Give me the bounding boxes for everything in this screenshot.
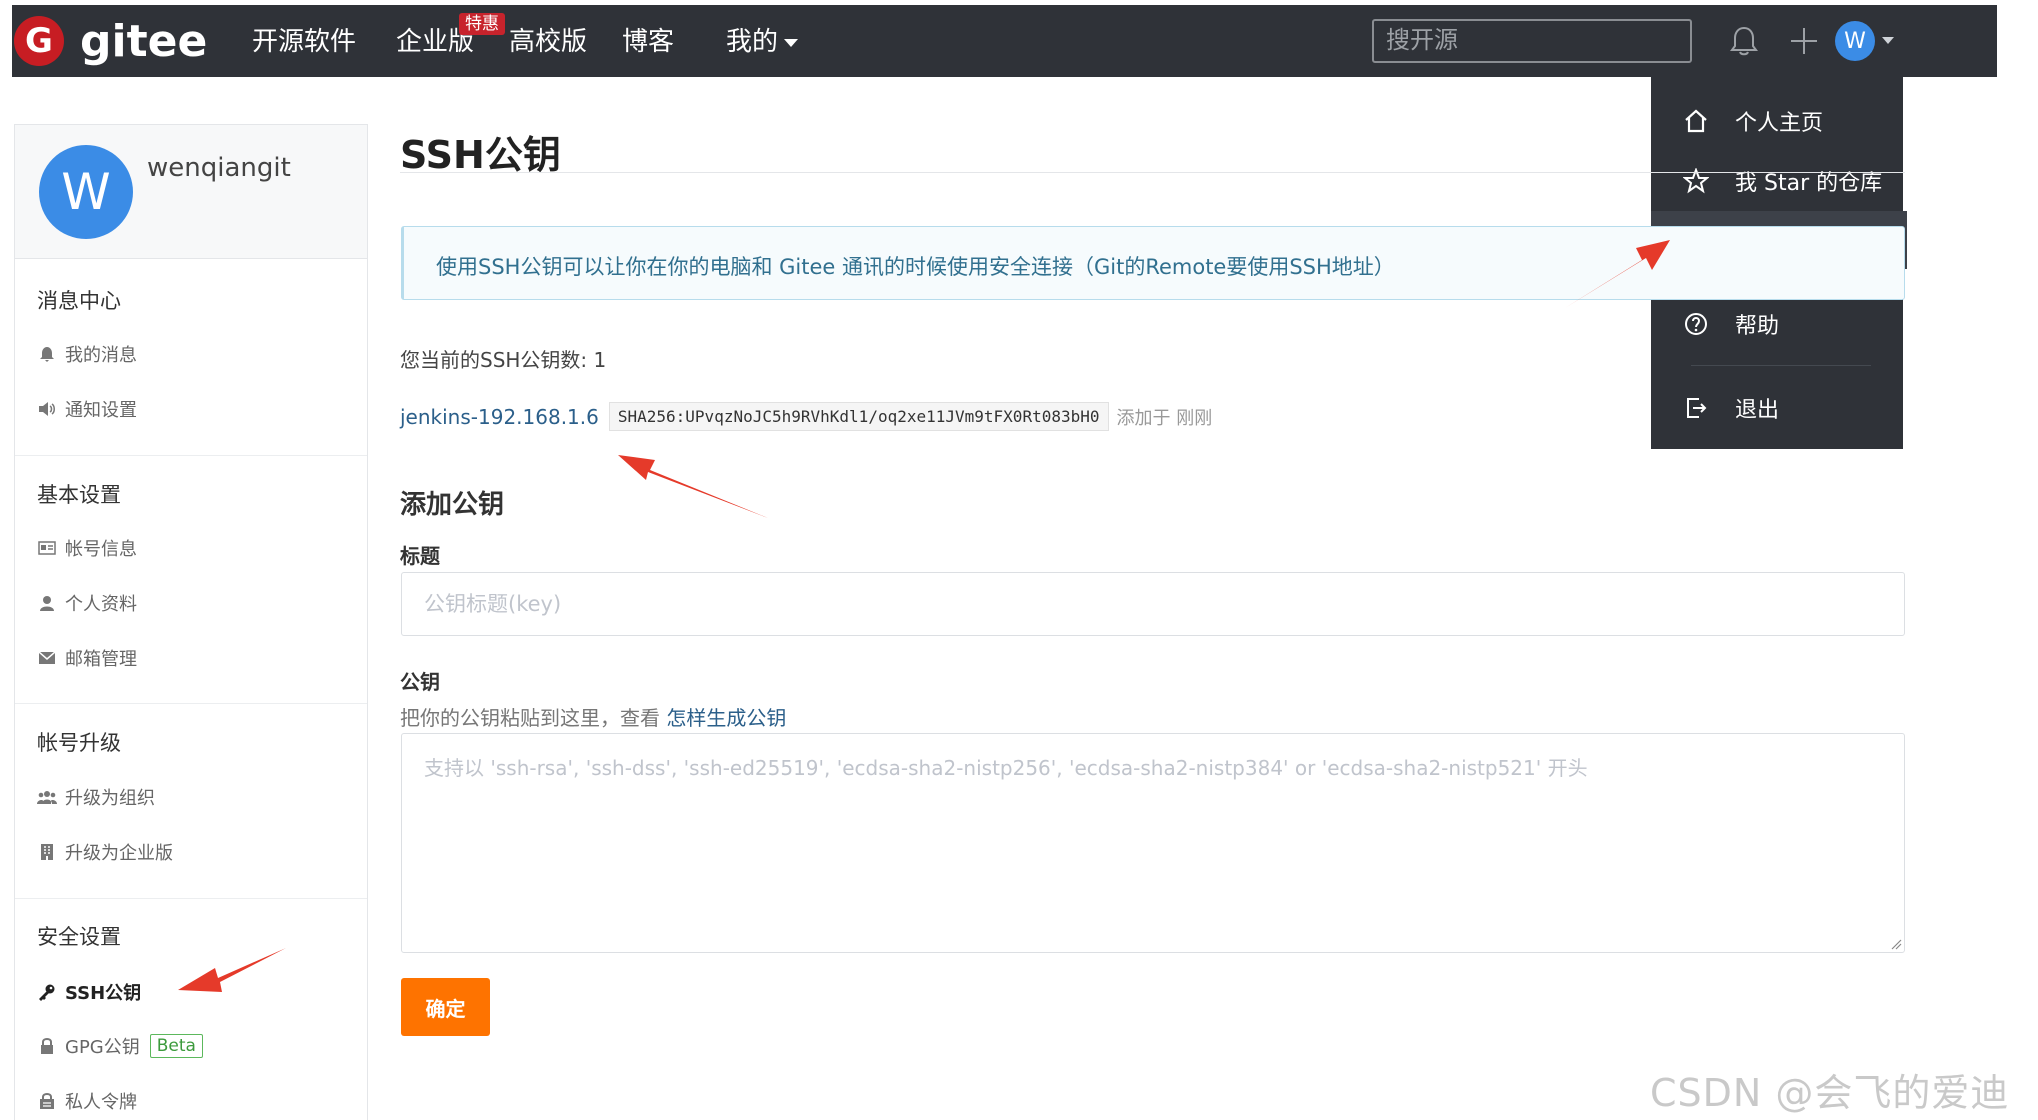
section-account-upgrade: 帐号升级: [37, 731, 121, 755]
chevron-down-icon: [784, 38, 799, 47]
username[interactable]: wenqiangit: [147, 153, 291, 183]
key-field-label: 公钥: [400, 670, 440, 694]
sidebar-divider: [15, 898, 367, 899]
plus-icon[interactable]: [1784, 21, 1824, 61]
id-card-icon: [37, 538, 57, 558]
profile-card: W wenqiangit: [15, 125, 367, 259]
section-basic-settings: 基本设置: [37, 483, 121, 507]
sidebar-item-notification-settings[interactable]: 通知设置: [37, 396, 137, 422]
sidebar-item-upgrade-org[interactable]: 升级为组织: [37, 784, 155, 810]
how-to-generate-key-link[interactable]: 怎样生成公钥: [666, 706, 786, 730]
menu-item-help[interactable]: 帮助: [1651, 295, 1903, 353]
settings-sidebar: W wenqiangit 消息中心 我的消息 通知设置 基本设置 帐号信息 个人…: [14, 124, 368, 1120]
sidebar-divider: [15, 455, 367, 456]
gitee-logo-text: gitee: [80, 15, 208, 67]
mail-icon: [37, 648, 57, 668]
sidebar-item-email[interactable]: 邮箱管理: [37, 645, 137, 671]
menu-item-logout[interactable]: 退出: [1651, 379, 1903, 437]
lock-icon: [37, 1036, 57, 1056]
menu-item-starred[interactable]: 我 Star 的仓库: [1651, 152, 1903, 210]
home-icon: [1681, 106, 1711, 136]
bell-icon: [37, 344, 57, 364]
key-hint: 把你的公钥粘贴到这里，查看 怎样生成公钥: [400, 706, 787, 730]
arrow-to-ssh-key: [618, 455, 768, 518]
user-avatar-menu[interactable]: W: [1835, 21, 1875, 61]
key-title-input[interactable]: [401, 572, 1905, 636]
menu-divider: [1691, 365, 1871, 366]
ssh-key-fingerprint: SHA256:UPvqzNoJC5h9RVhKdl1/oq2xe11JVm9tF…: [608, 402, 1109, 431]
group-icon: [37, 787, 57, 807]
gitee-logo[interactable]: G gitee: [14, 13, 207, 69]
sidebar-item-account-info[interactable]: 帐号信息: [37, 535, 137, 561]
resize-handle-icon[interactable]: [1890, 938, 1902, 950]
ssh-key-added-time: 添加于 刚刚: [1116, 407, 1213, 429]
token-icon: [37, 1091, 57, 1111]
section-security-settings: 安全设置: [37, 925, 121, 949]
user-icon: [37, 593, 57, 613]
search-input[interactable]: [1372, 19, 1692, 63]
ssh-key-count: 您当前的SSH公钥数: 1: [400, 348, 607, 372]
key-icon: [37, 982, 57, 1002]
title-field-label: 标题: [400, 544, 440, 568]
add-key-heading: 添加公钥: [400, 490, 505, 520]
beta-badge: Beta: [149, 1034, 203, 1058]
page-title: SSH公钥: [400, 133, 561, 177]
nav-mine[interactable]: 我的: [726, 27, 799, 57]
title-divider: [400, 172, 1905, 173]
sidebar-item-ssh-keys[interactable]: SSH公钥: [37, 979, 141, 1005]
ssh-key-row: jenkins-192.168.1.6 SHA256:UPvqzNoJC5h9R…: [400, 402, 1212, 431]
nav-open-source[interactable]: 开源软件: [252, 27, 356, 57]
sidebar-item-profile[interactable]: 个人资料: [37, 590, 137, 616]
sidebar-divider: [15, 703, 367, 704]
top-navbar: G gitee 开源软件 企业版 特惠 高校版 博客 我的 W: [12, 5, 1997, 77]
sidebar-item-private-tokens[interactable]: 私人令牌: [37, 1088, 137, 1114]
speaker-icon: [37, 399, 57, 419]
confirm-button[interactable]: 确定: [401, 978, 490, 1036]
info-message: 使用SSH公钥可以让你在你的电脑和 Gitee 通讯的时候使用安全连接（Git的…: [401, 226, 1905, 300]
nav-blog[interactable]: 博客: [622, 27, 674, 57]
building-icon: [37, 842, 57, 862]
avatar[interactable]: W: [39, 145, 133, 239]
menu-item-profile[interactable]: 个人主页: [1651, 92, 1903, 150]
chevron-down-icon[interactable]: [1882, 37, 1894, 44]
bell-icon[interactable]: [1724, 21, 1764, 61]
nav-university[interactable]: 高校版: [509, 27, 587, 57]
watermark: CSDN @会飞的爱迪生: [1650, 1071, 2010, 1115]
star-icon: [1681, 166, 1711, 196]
sidebar-item-upgrade-enterprise[interactable]: 升级为企业版: [37, 839, 173, 865]
gitee-logo-mark: G: [14, 16, 64, 66]
help-icon: [1681, 309, 1711, 339]
logout-icon: [1681, 393, 1711, 423]
ssh-key-name[interactable]: jenkins-192.168.1.6: [400, 405, 599, 429]
sidebar-item-gpg-keys[interactable]: GPG公钥 Beta: [37, 1033, 203, 1059]
public-key-textarea[interactable]: [401, 733, 1905, 953]
section-message-center: 消息中心: [37, 289, 121, 313]
enterprise-promo-badge: 特惠: [459, 13, 505, 35]
sidebar-item-my-messages[interactable]: 我的消息: [37, 341, 137, 367]
